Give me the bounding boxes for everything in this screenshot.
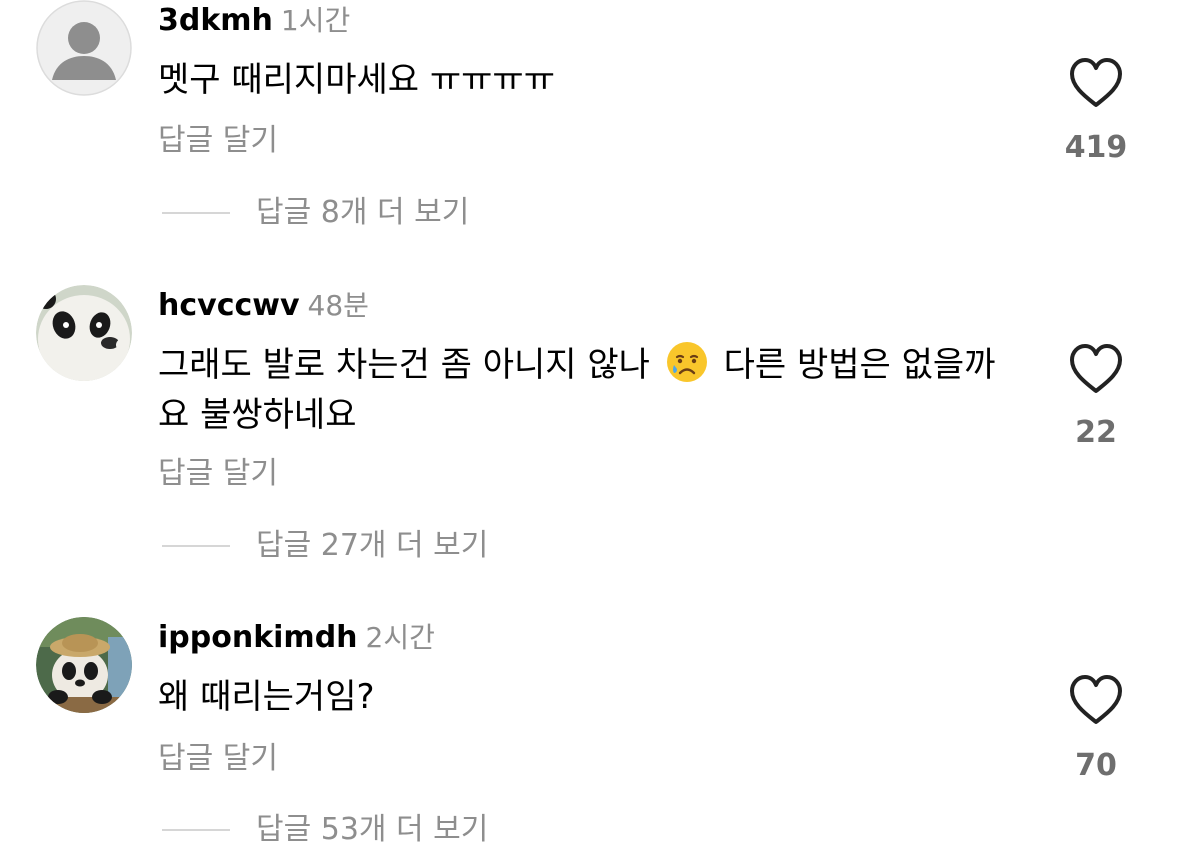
- crying-face-emoji: [665, 340, 709, 384]
- view-replies-label: 답글 8개 더 보기: [256, 195, 470, 230]
- default-avatar-icon[interactable]: [36, 0, 132, 96]
- view-replies-button[interactable]: 답글 8개 더 보기: [162, 193, 469, 233]
- comment-text: 그래도 발로 차는건 좀 아니지 않나 다른 방법은 없을까요 불쌍하네요: [158, 340, 1018, 440]
- timestamp: 48분: [307, 289, 369, 322]
- panda-hat-avatar-icon[interactable]: [36, 617, 132, 713]
- heart-outline-icon[interactable]: [1066, 341, 1126, 397]
- view-replies-label: 답글 27개 더 보기: [256, 528, 489, 563]
- like-count: 419: [1064, 130, 1128, 165]
- heart-outline-icon[interactable]: [1066, 672, 1126, 728]
- comment-text: 멧구 때리지마세요 ㅠㅠㅠㅠ: [158, 60, 555, 100]
- view-replies-button[interactable]: 답글 27개 더 보기: [162, 526, 488, 566]
- divider-line: [162, 212, 230, 214]
- heart-outline-icon[interactable]: [1066, 55, 1126, 111]
- like-count: 70: [1075, 748, 1117, 783]
- divider-line: [162, 545, 230, 547]
- username[interactable]: ipponkimdh: [158, 620, 358, 655]
- view-replies-button[interactable]: 답글 53개 더 보기: [162, 810, 488, 850]
- comment-text: 왜 때리는거임?: [158, 677, 375, 717]
- reply-button[interactable]: 답글 달기: [158, 121, 278, 161]
- username[interactable]: hcvccwv: [158, 288, 300, 323]
- divider-line: [162, 829, 230, 831]
- view-replies-label: 답글 53개 더 보기: [256, 812, 489, 847]
- timestamp: 1시간: [280, 4, 351, 37]
- comment-text-part: 그래도 발로 차는건 좀 아니지 않나: [158, 345, 650, 385]
- reply-button[interactable]: 답글 달기: [158, 454, 278, 494]
- like-count: 22: [1075, 415, 1117, 450]
- timestamp: 2시간: [365, 621, 435, 654]
- reply-button[interactable]: 답글 달기: [158, 739, 278, 779]
- username[interactable]: 3dkmh: [158, 3, 273, 38]
- panda-avatar-icon[interactable]: [36, 285, 132, 381]
